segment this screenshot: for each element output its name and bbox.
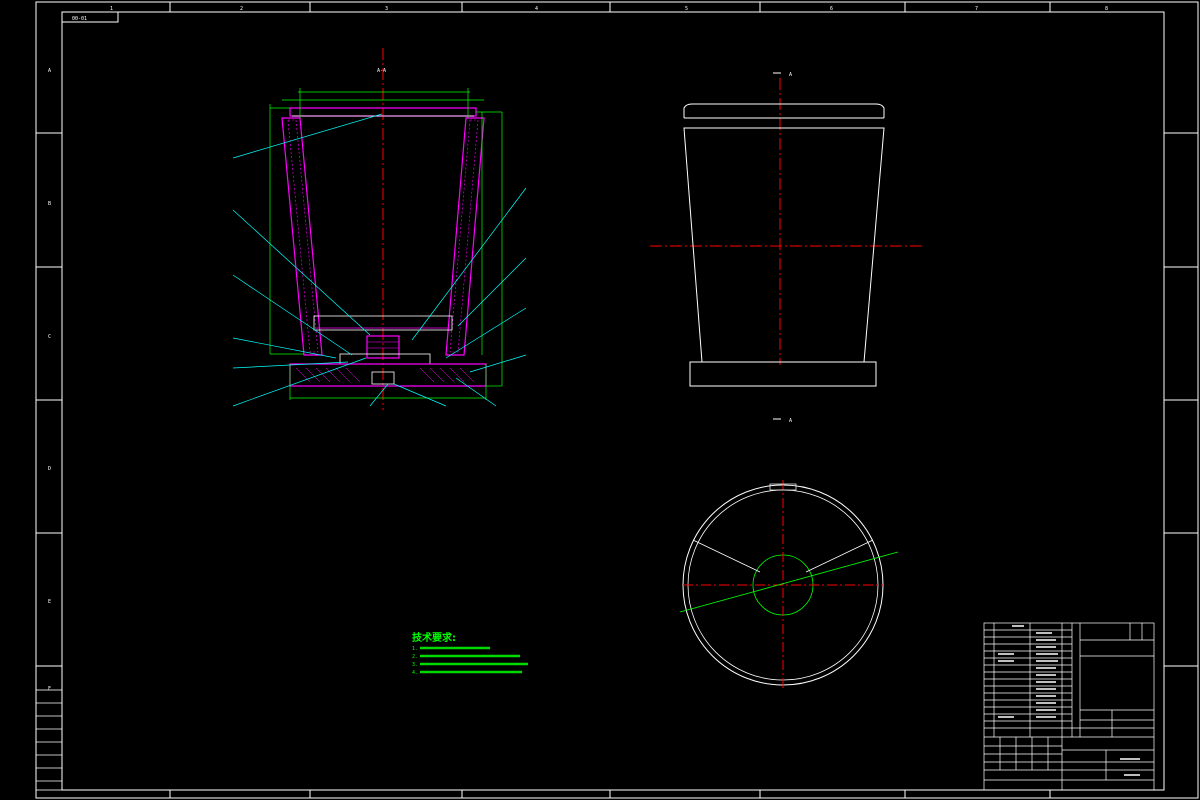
front-lid — [683, 103, 885, 118]
zone-top-1: 1 — [110, 6, 113, 12]
bottom-view-arrow-label: A — [789, 418, 792, 424]
zone-side-4: D — [48, 466, 51, 472]
svg-text:00-01: 00-01 — [72, 16, 87, 22]
section-view: A-A — [232, 48, 527, 410]
zone-top-7: 7 — [975, 6, 978, 12]
left-wall — [281, 117, 323, 356]
zone-top-3: 3 — [385, 6, 388, 12]
tech-req-line-2: 2. — [412, 654, 418, 660]
tech-req-line-3: 3. — [412, 662, 418, 668]
zone-top-4: 4 — [535, 6, 538, 12]
zone-top-2: 2 — [240, 6, 243, 12]
drawing-number-tag: 00-01 — [61, 11, 119, 23]
zone-side-5: E — [48, 599, 51, 605]
bom-content-marks — [998, 625, 1140, 776]
bottom-view — [679, 480, 899, 690]
drawing-canvas: 1 2 3 4 5 6 7 8 A B C D E F 00-01 A-A A … — [35, 1, 1199, 799]
zone-side-6: F — [48, 686, 51, 692]
zone-top-8: 8 — [1105, 6, 1108, 12]
zone-top-5: 5 — [685, 6, 688, 12]
front-view-label: A — [789, 72, 792, 78]
tech-requirements-title: 技术要求: — [412, 631, 456, 644]
zone-top-6: 6 — [830, 6, 833, 12]
left-revision-strip — [35, 689, 63, 791]
title-block — [983, 622, 1155, 791]
tech-requirements: 技术要求: 1. 2. 3. 4. — [412, 631, 528, 676]
zone-side-3: C — [48, 334, 51, 340]
front-body — [683, 127, 885, 363]
zone-side-2: B — [48, 201, 51, 207]
zone-labels: 1 2 3 4 5 6 7 8 A B C D E F — [48, 6, 1108, 692]
front-base — [689, 361, 877, 387]
sheet-border — [35, 1, 1199, 799]
tech-req-line-4: 4. — [412, 670, 418, 676]
zone-side-1: A — [48, 68, 51, 74]
section-label: A-A — [377, 68, 386, 74]
front-elevation: A A — [650, 72, 922, 424]
tech-req-line-1: 1. — [412, 646, 418, 652]
